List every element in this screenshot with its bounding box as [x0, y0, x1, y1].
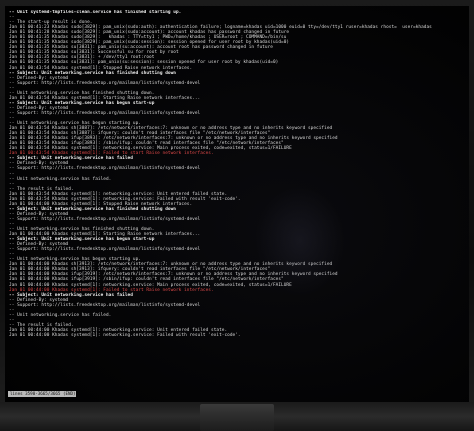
pager-status-line: lines 3590-3665/3665 (END)	[8, 391, 76, 397]
log-line: Jan 01 00:44:00 Khadas systemd[1]: netwo…	[9, 333, 241, 338]
monitor-stand-neck	[200, 404, 274, 431]
monitor-screen: -- Unit systemd-tmpfiles-clean.service h…	[5, 6, 469, 402]
journal-log-output[interactable]: -- Unit systemd-tmpfiles-clean.service h…	[9, 10, 467, 396]
